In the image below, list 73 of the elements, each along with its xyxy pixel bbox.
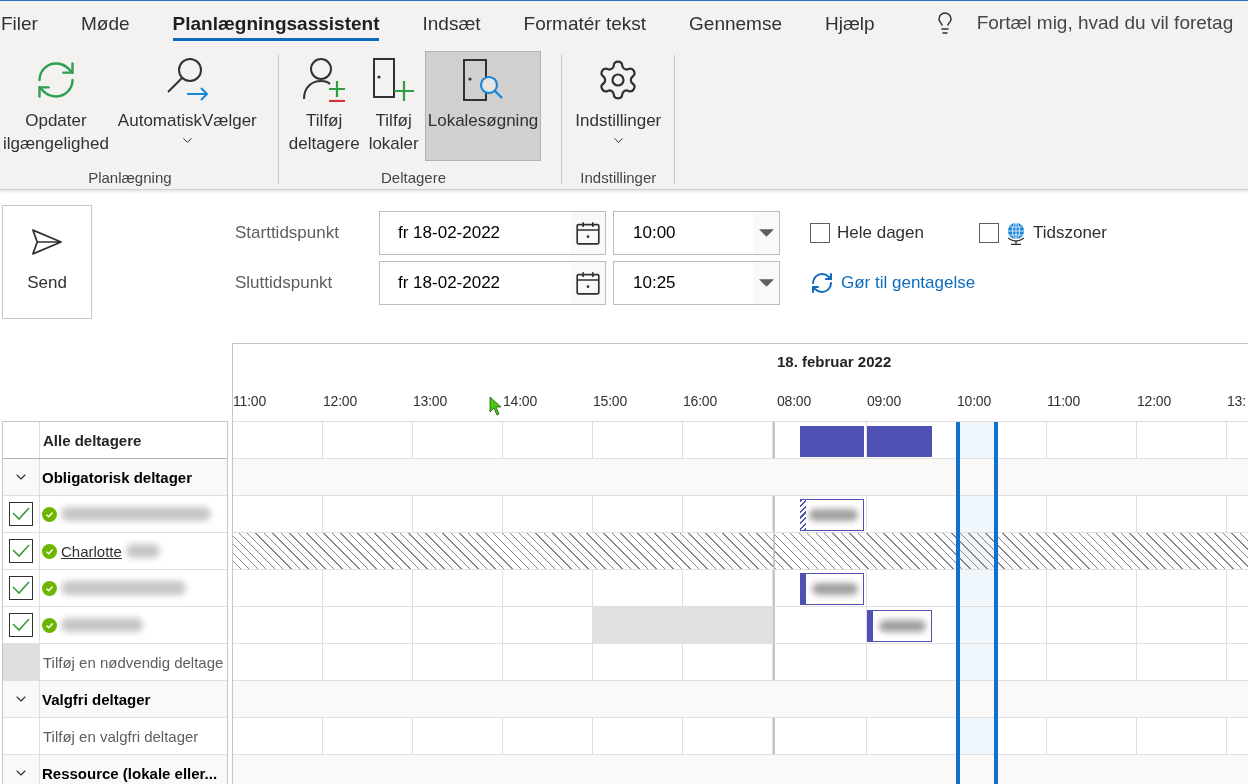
globe-icon xyxy=(1005,221,1026,245)
checkmark-icon xyxy=(12,507,30,521)
hour-label: 14:00 xyxy=(503,393,538,409)
ribbon-button[interactable]: Opdater ilgængelighed xyxy=(0,51,112,161)
hour-label: 11:00 xyxy=(233,393,266,409)
field-label: Starttidspunkt xyxy=(235,223,340,243)
time-dropdown[interactable]: 10:00 xyxy=(613,211,780,255)
checkmark-icon xyxy=(12,581,30,595)
checkbox[interactable] xyxy=(9,576,33,600)
hour-label: 12:00 xyxy=(323,393,358,409)
checkbox[interactable] xyxy=(9,613,33,637)
tentative-time-block[interactable] xyxy=(799,499,864,531)
hour-label: 15:00 xyxy=(593,393,628,409)
ribbon-tab[interactable]: Filer xyxy=(1,9,38,41)
ribbon-tab[interactable]: Formatér tekst xyxy=(523,9,647,41)
calendar-icon[interactable] xyxy=(576,221,600,245)
section-title: Obligatorisk deltager xyxy=(42,468,193,486)
ribbon-tab[interactable]: Indsæt xyxy=(422,9,481,41)
ribbon-tab[interactable]: Gennemse xyxy=(689,9,782,41)
door-magnifier-icon xyxy=(463,59,503,101)
hour-label: 12:00 xyxy=(1137,393,1172,409)
sync-icon xyxy=(810,271,834,295)
attendee-name-link[interactable]: Charlotte xyxy=(61,542,122,560)
hour-label: 10:00 xyxy=(957,393,992,409)
field-label: Sluttidspunkt xyxy=(235,273,334,293)
calendar-icon[interactable] xyxy=(576,271,600,295)
hour-label: 09:00 xyxy=(867,393,902,409)
hour-label: 16:00 xyxy=(683,393,718,409)
caret-icon xyxy=(758,229,774,237)
ribbon-group-label: Deltagere xyxy=(381,168,447,188)
ribbon-button[interactable]: Indstillinger xyxy=(572,51,665,161)
ribbon-tab[interactable]: Planlægningsassistent xyxy=(172,9,380,41)
ribbon-button[interactable]: Tilføj lokaler xyxy=(365,51,422,161)
hour-label: 11:00 xyxy=(1047,393,1080,409)
door-plus-icon xyxy=(372,58,415,102)
checkbox-label: Tidszoner xyxy=(1032,223,1107,243)
send-button[interactable]: Send xyxy=(2,205,92,319)
checkmark-icon xyxy=(12,618,30,632)
attendee-row[interactable]: Charlotte xyxy=(3,533,227,570)
date-field[interactable]: fr 18-02-2022 xyxy=(379,211,606,255)
busy-time-block[interactable] xyxy=(867,610,932,642)
tell-me-search-field[interactable]: Fortæl mig, hvad du vil foretag xyxy=(976,11,1243,35)
send-icon xyxy=(31,229,63,255)
make-recurring-link[interactable]: Gør til gentagelse xyxy=(810,271,976,295)
hour-label: 13:00 xyxy=(413,393,448,409)
checkbox-label: Hele dagen xyxy=(837,223,924,243)
meeting-time-selection[interactable] xyxy=(956,422,998,784)
ribbon-tab[interactable]: Møde xyxy=(80,9,130,41)
checkbox[interactable] xyxy=(9,539,33,563)
hour-label: 13: xyxy=(1227,393,1246,409)
caret-icon xyxy=(758,279,774,287)
hour-label: 08:00 xyxy=(777,393,812,409)
checkbox[interactable] xyxy=(810,223,830,243)
ribbon-group-label: Indstillinger xyxy=(580,168,657,188)
date-field[interactable]: fr 18-02-2022 xyxy=(379,261,606,305)
person-plus-minus-icon xyxy=(302,58,346,102)
ribbon-button[interactable]: Tilføj deltagere xyxy=(285,51,363,161)
checkmark-icon xyxy=(12,544,30,558)
date-heading: 18. februar 2022 xyxy=(777,353,892,371)
ribbon-group-label: Planlægning xyxy=(88,168,172,188)
ribbon-tab[interactable]: Hjælp xyxy=(825,9,875,41)
ribbon-button[interactable]: Lokalesøgning xyxy=(424,51,542,161)
mouse-pointer-icon xyxy=(489,396,502,416)
ribbon-button[interactable]: AutomatiskVælger xyxy=(114,51,260,161)
time-dropdown[interactable]: 10:25 xyxy=(613,261,780,305)
section-title: Ressource (lokale eller... xyxy=(42,764,218,782)
checkbox[interactable] xyxy=(9,502,33,526)
magnifier-arrow-icon xyxy=(165,58,209,102)
checkbox[interactable] xyxy=(978,223,999,243)
add-attendee-field[interactable]: Tilføj en valgfri deltager xyxy=(42,727,227,745)
column-header: Alle deltagere xyxy=(42,431,142,449)
busy-time-block[interactable] xyxy=(799,573,864,605)
section-title: Valgfri deltager xyxy=(42,690,151,708)
